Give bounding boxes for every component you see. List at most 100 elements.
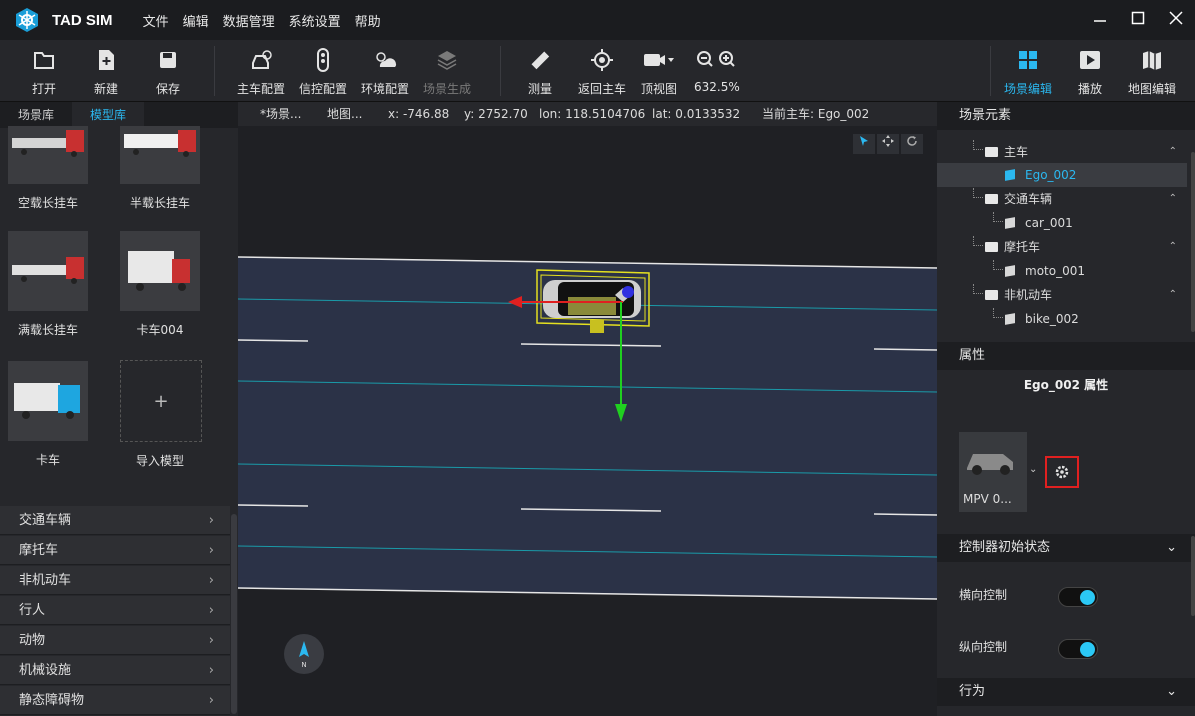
env-config-label: 环境配置	[360, 82, 409, 96]
current-ego: 当前主车: Ego_002	[762, 107, 870, 121]
menu-data-management[interactable]: 数据管理	[223, 11, 275, 30]
tree-folder-non-motor[interactable]: 非机动车 ⌃	[937, 283, 1187, 307]
folder-open-icon	[34, 52, 54, 69]
chevron-right-icon: ›	[208, 573, 214, 588]
zoom-out-icon[interactable]	[697, 51, 713, 67]
move-icon	[882, 135, 894, 147]
select-tool[interactable]	[853, 134, 875, 154]
top-view-button[interactable]: 顶视图	[639, 46, 679, 97]
playback-button[interactable]: 播放	[1072, 46, 1108, 97]
properties-scrollbar[interactable]	[1191, 536, 1195, 616]
tree-scrollbar[interactable]	[1191, 152, 1195, 332]
scene-gen-button[interactable]: 场景生成	[422, 46, 472, 97]
folder-icon	[985, 290, 998, 300]
category-machinery[interactable]: 机械设施 ›	[0, 656, 230, 685]
new-label: 新建	[93, 82, 118, 96]
rotate-tool[interactable]	[901, 134, 923, 154]
toggle-knob	[1080, 590, 1095, 605]
tree-folder-moto[interactable]: 摩托车 ⌃	[937, 235, 1187, 259]
y-coordinate: y: 2752.70	[464, 107, 528, 121]
model-full-load-trailer[interactable]: 满载长挂车	[8, 231, 88, 338]
back-to-ego-button[interactable]: 返回主车	[577, 46, 627, 97]
tree-item-ego-002[interactable]: Ego_002	[937, 163, 1187, 187]
model-empty-trailer[interactable]: 空载长挂车	[8, 126, 88, 211]
zoom-control[interactable]: 632.5%	[694, 46, 740, 94]
tree-item-bike-002[interactable]: bike_002	[937, 307, 1187, 331]
model-truck[interactable]: 卡车	[8, 361, 88, 468]
measure-button[interactable]: 测量	[520, 46, 560, 97]
chevron-up-icon[interactable]: ⌃	[1169, 283, 1177, 307]
lateral-control-toggle[interactable]	[1058, 587, 1098, 607]
longitudinal-control-toggle[interactable]	[1058, 639, 1098, 659]
vehicle-model-selector[interactable]: MPV 0...	[959, 432, 1027, 512]
left-scrollbar[interactable]	[231, 514, 237, 714]
tree-folder-traffic[interactable]: 交通车辆 ⌃	[937, 187, 1187, 211]
ego-config-button[interactable]: 主车配置	[236, 46, 286, 97]
maximize-icon	[1131, 11, 1145, 25]
model-truck-004[interactable]: 卡车004	[120, 231, 200, 338]
play-icon	[1080, 51, 1100, 69]
chevron-up-icon[interactable]: ⌃	[1169, 187, 1177, 211]
chevron-up-icon[interactable]: ⌃	[1169, 140, 1177, 164]
menu-system-settings[interactable]: 系统设置	[289, 11, 341, 30]
zoom-in-icon[interactable]	[719, 51, 735, 67]
menu-edit[interactable]: 编辑	[183, 11, 209, 30]
compass[interactable]: N	[284, 634, 324, 674]
model-label: 满载长挂车	[17, 323, 78, 337]
vehicle-model-name: MPV 0...	[963, 492, 1012, 506]
move-tool[interactable]	[877, 134, 899, 154]
category-static-obstacles[interactable]: 静态障碍物 ›	[0, 686, 230, 715]
toolbar-divider	[990, 46, 991, 96]
tree-item-moto-001[interactable]: moto_001	[937, 259, 1187, 283]
open-button[interactable]: 打开	[24, 46, 64, 97]
scene-viewport[interactable]: *场景... 地图... x: -746.88 y: 2752.70 lon: …	[238, 102, 937, 716]
title-bar: TAD SIM 文件 编辑 数据管理 系统设置 帮助	[0, 0, 1195, 40]
tree-item-car-001[interactable]: car_001	[937, 211, 1187, 235]
new-button[interactable]: 新建	[86, 46, 126, 97]
properties-title: Ego_002 属性	[1023, 378, 1109, 392]
category-pedestrians[interactable]: 行人 ›	[0, 596, 230, 625]
env-config-button[interactable]: 环境配置	[360, 46, 410, 97]
tab-model-library[interactable]: 模型库	[72, 102, 145, 128]
folder-icon	[985, 194, 998, 204]
menu-file[interactable]: 文件	[143, 11, 169, 30]
map-name: 地图...	[327, 107, 363, 121]
scene-edit-button[interactable]: 场景编辑	[1002, 46, 1054, 97]
compass-label: N	[301, 661, 306, 669]
chevron-up-icon[interactable]: ⌃	[1169, 235, 1177, 259]
chevron-down-icon[interactable]: ⌄	[1029, 464, 1037, 475]
behavior-section-header[interactable]: 行为 ⌄	[937, 678, 1195, 706]
model-label: 空载长挂车	[17, 196, 78, 210]
chevron-right-icon: ›	[208, 693, 214, 708]
close-button[interactable]	[1166, 10, 1186, 30]
trailer-truck-icon	[120, 126, 200, 184]
tree-folder-ego[interactable]: 主车 ⌃	[937, 140, 1187, 164]
model-thumbnail	[120, 126, 200, 184]
road-canvas[interactable]	[238, 102, 937, 716]
latitude: lat: 0.0133532	[652, 107, 741, 121]
model-label: 卡车004	[136, 323, 184, 337]
category-traffic-vehicles[interactable]: 交通车辆 ›	[0, 506, 230, 535]
minimize-button[interactable]	[1090, 10, 1110, 30]
top-view-label: 顶视图	[640, 82, 677, 96]
toolbar-divider	[214, 46, 215, 96]
category-animals[interactable]: 动物 ›	[0, 626, 230, 655]
import-model-button[interactable]: + 导入模型	[120, 360, 202, 469]
vehicle-settings-button[interactable]	[1045, 456, 1079, 488]
compass-north-icon: N	[299, 641, 309, 669]
category-motorcycles[interactable]: 摩托车 ›	[0, 536, 230, 565]
maximize-button[interactable]	[1128, 10, 1148, 30]
weather-icon	[376, 52, 397, 67]
viewport-tools	[853, 134, 923, 154]
close-icon	[1169, 11, 1183, 25]
category-non-motor-vehicles[interactable]: 非机动车 ›	[0, 566, 230, 595]
map-edit-button[interactable]: 地图编辑	[1126, 46, 1178, 97]
plus-icon: +	[120, 360, 202, 442]
model-thumbnail	[8, 231, 88, 311]
tab-scene-library[interactable]: 场景库	[0, 102, 72, 128]
model-half-load-trailer[interactable]: 半载长挂车	[120, 126, 200, 211]
menu-help[interactable]: 帮助	[355, 11, 381, 30]
controller-section-header[interactable]: 控制器初始状态 ⌄	[937, 534, 1195, 562]
save-button[interactable]: 保存	[148, 46, 188, 97]
signal-config-button[interactable]: 信控配置	[298, 46, 348, 97]
